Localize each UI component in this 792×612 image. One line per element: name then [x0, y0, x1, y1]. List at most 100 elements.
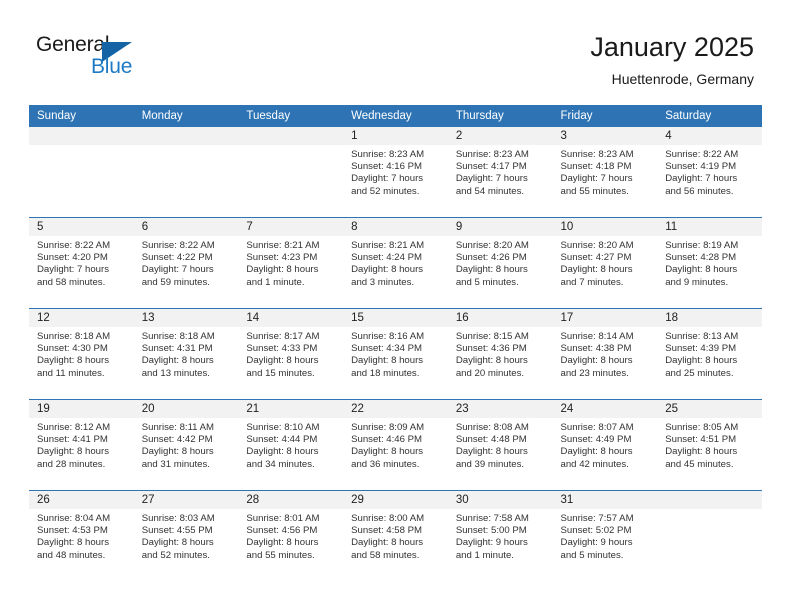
calendar-day-cell[interactable]: 24 Sunrise: 8:07 AM Sunset: 4:49 PM Dayligh… [552, 399, 658, 491]
sunrise-text: Sunrise: 8:12 AM [37, 422, 111, 433]
calendar-day-cell[interactable]: 18 Sunrise: 8:13 AM Sunset: 4:39 PM Dayligh… [657, 308, 762, 400]
calendar-day-cell[interactable]: 14 Sunrise: 8:17 AM Sunset: 4:33 PM Dayligh… [238, 308, 344, 400]
calendar-day-cell[interactable]: 23 Sunrise: 8:08 AM Sunset: 4:48 PM Dayligh… [447, 399, 553, 491]
daylight-text-line2: and 3 minutes. [351, 276, 415, 288]
daylight-text-line2: and 28 minutes. [37, 458, 106, 470]
day-cell-inner: 29 Sunrise: 8:00 AM Sunset: 4:58 PM Dayligh… [343, 491, 448, 581]
calendar-day-cell[interactable]: 2 Sunrise: 8:23 AM Sunset: 4:17 PM Daylight… [447, 127, 553, 218]
sunrise-text: Sunrise: 8:23 AM [351, 149, 425, 160]
calendar-day-cell[interactable]: 28 Sunrise: 8:01 AM Sunset: 4:56 PM Dayligh… [238, 490, 344, 581]
sunrise-text: Sunrise: 8:18 AM [141, 331, 215, 342]
sunrise-text: Sunrise: 8:20 AM [455, 240, 529, 251]
calendar-day-cell[interactable]: 6 Sunrise: 8:22 AM Sunset: 4:22 PM Daylight… [133, 217, 239, 309]
day-details: Sunrise: 8:04 AM Sunset: 4:53 PM Daylight:… [29, 509, 134, 562]
daylight-text-line2: and 52 minutes. [351, 185, 420, 197]
calendar-page: General Blue January 2025 Huettenrode, G… [0, 0, 792, 612]
calendar-day-cell[interactable]: 9 Sunrise: 8:20 AM Sunset: 4:26 PM Daylight… [447, 217, 553, 309]
day-number: 30 [447, 491, 553, 509]
sunset-text: Sunset: 4:24 PM [351, 252, 423, 264]
daylight-text-line2: and 34 minutes. [246, 458, 315, 470]
calendar-day-cell[interactable]: 20 Sunrise: 8:11 AM Sunset: 4:42 PM Dayligh… [133, 399, 239, 491]
daylight-text-line2: and 59 minutes. [141, 276, 210, 288]
day-number: 18 [657, 309, 762, 327]
calendar-day-cell[interactable]: 21 Sunrise: 8:10 AM Sunset: 4:44 PM Dayligh… [238, 399, 344, 491]
day-details: Sunrise: 8:14 AM Sunset: 4:38 PM Daylight:… [553, 327, 658, 380]
sunset-text: Sunset: 4:44 PM [246, 434, 318, 446]
daylight-text-line1: Daylight: 8 hours [37, 355, 109, 367]
day-details: Sunrise: 8:23 AM Sunset: 4:17 PM Daylight:… [448, 145, 553, 198]
calendar-day-cell[interactable]: 1 Sunrise: 8:23 AM Sunset: 4:16 PM Daylight… [343, 127, 448, 218]
calendar-day-cell[interactable]: 27 Sunrise: 8:03 AM Sunset: 4:55 PM Dayligh… [133, 490, 239, 581]
calendar-day-cell[interactable]: 26 Sunrise: 8:04 AM Sunset: 4:53 PM Dayligh… [29, 490, 134, 581]
day-details: Sunrise: 8:22 AM Sunset: 4:22 PM Daylight:… [134, 236, 239, 289]
day-number: 15 [343, 309, 448, 327]
calendar-day-cell[interactable]: 13 Sunrise: 8:18 AM Sunset: 4:31 PM Dayligh… [133, 308, 239, 400]
sunrise-text: Sunrise: 8:00 AM [351, 513, 425, 524]
calendar-day-cell[interactable]: 4 Sunrise: 8:22 AM Sunset: 4:19 PM Daylight… [657, 127, 762, 218]
sunset-text: Sunset: 4:28 PM [665, 252, 737, 264]
daylight-text-line2: and 23 minutes. [560, 367, 629, 379]
day-cell-inner [29, 127, 134, 217]
day-cell-inner: 7 Sunrise: 8:21 AM Sunset: 4:23 PM Daylight… [238, 218, 344, 308]
daylight-text-line1: Daylight: 7 hours [351, 173, 424, 185]
day-details: Sunrise: 8:23 AM Sunset: 4:18 PM Daylight:… [553, 145, 658, 198]
calendar-day-cell[interactable]: 31 Sunrise: 7:57 AM Sunset: 5:02 PM Dayligh… [552, 490, 658, 581]
calendar-day-cell[interactable]: 5 Sunrise: 8:22 AM Sunset: 4:20 PM Daylight… [29, 217, 134, 309]
calendar-day-cell[interactable]: 16 Sunrise: 8:15 AM Sunset: 4:36 PM Dayligh… [447, 308, 553, 400]
sunrise-text: Sunrise: 8:09 AM [351, 422, 425, 433]
calendar-week-row: 5 Sunrise: 8:22 AM Sunset: 4:20 PM Daylight… [29, 217, 762, 309]
daylight-text-line1: Daylight: 8 hours [455, 446, 528, 458]
calendar-day-cell[interactable]: 15 Sunrise: 8:16 AM Sunset: 4:34 PM Dayligh… [343, 308, 448, 400]
day-details: Sunrise: 8:20 AM Sunset: 4:26 PM Daylight:… [448, 236, 553, 289]
calendar-body: 1 Sunrise: 8:23 AM Sunset: 4:16 PM Daylight… [29, 127, 762, 581]
day-cell-inner: 21 Sunrise: 8:10 AM Sunset: 4:44 PM Dayligh… [238, 400, 344, 490]
sunrise-text: Sunrise: 8:20 AM [560, 240, 634, 251]
day-number: 12 [29, 309, 134, 327]
calendar-cell-empty [133, 127, 239, 218]
calendar-day-cell[interactable]: 11 Sunrise: 8:19 AM Sunset: 4:28 PM Dayligh… [657, 217, 762, 309]
day-number: 7 [238, 218, 344, 236]
day-number: 22 [343, 400, 448, 418]
day-cell-inner: 11 Sunrise: 8:19 AM Sunset: 4:28 PM Dayligh… [657, 218, 762, 308]
day-cell-inner: 15 Sunrise: 8:16 AM Sunset: 4:34 PM Dayligh… [343, 309, 448, 399]
calendar-day-cell[interactable]: 17 Sunrise: 8:14 AM Sunset: 4:38 PM Dayligh… [552, 308, 658, 400]
day-details: Sunrise: 8:18 AM Sunset: 4:31 PM Daylight:… [134, 327, 239, 380]
sunset-text: Sunset: 4:27 PM [560, 252, 632, 264]
daylight-text-line2: and 1 minute. [246, 276, 305, 288]
day-number: 29 [343, 491, 448, 509]
sunset-text: Sunset: 5:02 PM [560, 525, 632, 537]
daylight-text-line1: Daylight: 8 hours [665, 264, 738, 276]
daylight-text-line1: Daylight: 8 hours [351, 355, 424, 367]
day-details: Sunrise: 8:21 AM Sunset: 4:24 PM Daylight:… [343, 236, 448, 289]
calendar-day-cell[interactable]: 8 Sunrise: 8:21 AM Sunset: 4:24 PM Daylight… [343, 217, 448, 309]
calendar-day-cell[interactable]: 12 Sunrise: 8:18 AM Sunset: 4:30 PM Dayligh… [29, 308, 134, 400]
daylight-text-line1: Daylight: 8 hours [560, 446, 633, 458]
sunrise-text: Sunrise: 8:01 AM [246, 513, 320, 524]
calendar-week-row: 12 Sunrise: 8:18 AM Sunset: 4:30 PM Dayligh… [29, 308, 762, 400]
calendar-day-cell[interactable]: 29 Sunrise: 8:00 AM Sunset: 4:58 PM Dayligh… [343, 490, 448, 581]
sunset-text: Sunset: 4:49 PM [560, 434, 632, 446]
calendar-day-cell[interactable]: 22 Sunrise: 8:09 AM Sunset: 4:46 PM Dayligh… [343, 399, 448, 491]
day-cell-inner: 14 Sunrise: 8:17 AM Sunset: 4:33 PM Dayligh… [238, 309, 344, 399]
calendar-day-cell[interactable]: 30 Sunrise: 7:58 AM Sunset: 5:00 PM Dayligh… [447, 490, 553, 581]
daylight-text-line1: Daylight: 7 hours [141, 264, 214, 276]
daylight-text-line2: and 9 minutes. [665, 276, 729, 288]
day-details: Sunrise: 8:17 AM Sunset: 4:33 PM Daylight:… [238, 327, 343, 380]
daylight-text-line1: Daylight: 8 hours [37, 446, 109, 458]
daylight-text-line1: Daylight: 7 hours [37, 264, 109, 276]
day-details: Sunrise: 8:08 AM Sunset: 4:48 PM Daylight:… [448, 418, 553, 471]
calendar-day-cell[interactable]: 3 Sunrise: 8:23 AM Sunset: 4:18 PM Daylight… [552, 127, 658, 218]
calendar-day-cell[interactable]: 7 Sunrise: 8:21 AM Sunset: 4:23 PM Daylight… [238, 217, 344, 309]
calendar-day-cell[interactable]: 25 Sunrise: 8:05 AM Sunset: 4:51 PM Dayligh… [657, 399, 762, 491]
calendar-day-cell[interactable]: 19 Sunrise: 8:12 AM Sunset: 4:41 PM Dayligh… [29, 399, 134, 491]
sunset-text: Sunset: 4:19 PM [665, 161, 737, 173]
day-cell-inner [657, 491, 762, 581]
daylight-text-line1: Daylight: 8 hours [141, 355, 214, 367]
daylight-text-line2: and 56 minutes. [665, 185, 734, 197]
calendar-day-cell[interactable]: 10 Sunrise: 8:20 AM Sunset: 4:27 PM Dayligh… [552, 217, 658, 309]
calendar-cell-empty [238, 127, 344, 218]
day-number: 5 [29, 218, 134, 236]
sunrise-text: Sunrise: 8:22 AM [141, 240, 215, 251]
daylight-text-line2: and 15 minutes. [246, 367, 315, 379]
day-details: Sunrise: 8:09 AM Sunset: 4:46 PM Daylight:… [343, 418, 448, 471]
